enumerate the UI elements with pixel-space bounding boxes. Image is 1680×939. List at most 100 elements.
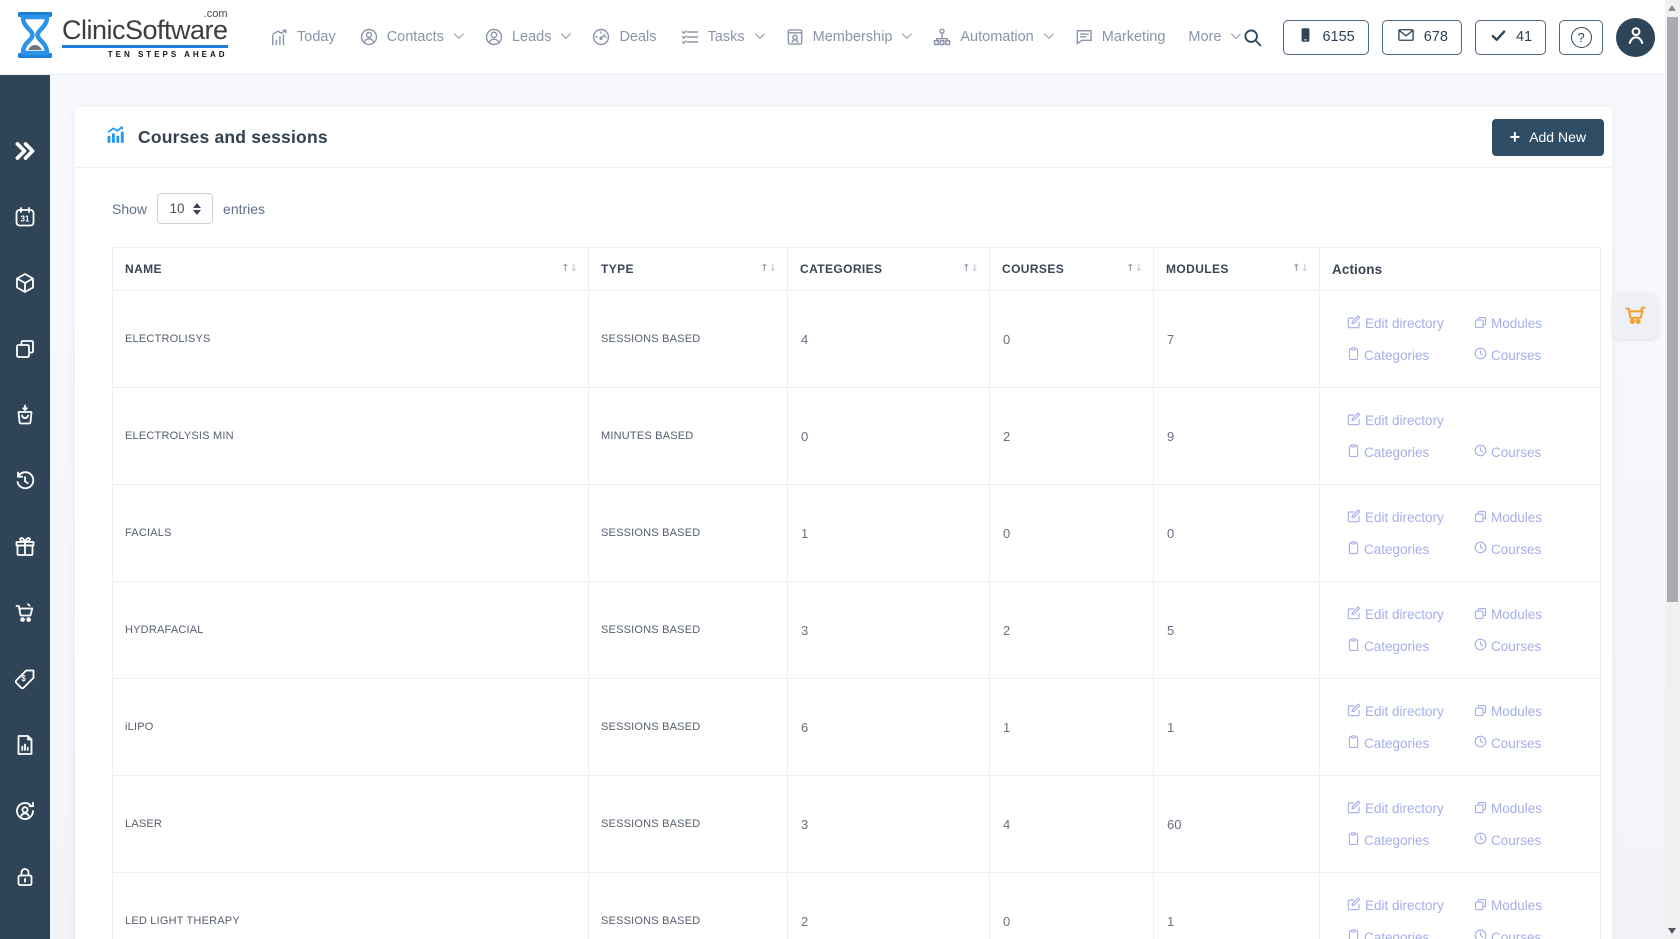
column-header-modules[interactable]: MODULES ↑↓ bbox=[1154, 248, 1320, 291]
action-edit-link[interactable]: Edit directory bbox=[1346, 799, 1473, 818]
nav-item-contacts[interactable]: Contacts bbox=[359, 27, 461, 47]
action-modules-link[interactable]: Modules bbox=[1473, 508, 1600, 527]
action-modules-link[interactable]: Modules bbox=[1473, 605, 1600, 624]
action-link-label: Edit directory bbox=[1365, 704, 1444, 719]
nav-item-more[interactable]: More bbox=[1188, 29, 1238, 45]
modules-icon bbox=[1473, 703, 1488, 721]
action-modules-link[interactable]: Modules bbox=[1473, 896, 1600, 915]
cell-name: ELECTROLISYS bbox=[113, 291, 589, 388]
cell-courses: 0 bbox=[990, 291, 1154, 388]
action-modules-link[interactable]: Modules bbox=[1473, 799, 1600, 818]
action-categories-link[interactable]: Categories bbox=[1346, 928, 1473, 939]
modules-icon bbox=[1473, 509, 1488, 527]
sidebar-item-gift[interactable] bbox=[12, 534, 38, 560]
gift-icon bbox=[13, 535, 37, 559]
nav-item-today[interactable]: Today bbox=[270, 28, 336, 47]
action-categories-link[interactable]: Categories bbox=[1346, 346, 1473, 364]
nav-item-marketing[interactable]: Marketing bbox=[1074, 27, 1166, 47]
phone-counter-badge[interactable]: 6155 bbox=[1283, 20, 1368, 55]
tasks-counter-badge[interactable]: 41 bbox=[1475, 20, 1546, 55]
cell-type: SESSIONS BASED bbox=[589, 485, 788, 582]
cell-categories: 1 bbox=[788, 485, 990, 582]
action-categories-link[interactable]: Categories bbox=[1346, 734, 1473, 752]
cell-courses: 0 bbox=[990, 873, 1154, 939]
action-link-label: Modules bbox=[1491, 801, 1542, 816]
sort-icon: ↑↓ bbox=[760, 264, 777, 274]
help-button[interactable]: ? bbox=[1559, 20, 1603, 55]
action-modules-link[interactable]: Modules bbox=[1473, 702, 1600, 721]
nav-item-label: More bbox=[1188, 29, 1221, 45]
search-icon[interactable] bbox=[1238, 23, 1266, 51]
sort-icon: ↑↓ bbox=[1292, 264, 1309, 274]
sidebar-item-history[interactable] bbox=[12, 468, 38, 494]
action-edit-link[interactable]: Edit directory bbox=[1346, 314, 1473, 333]
page-size-select[interactable]: 10 bbox=[157, 193, 213, 224]
add-new-button[interactable]: + Add New bbox=[1492, 119, 1604, 156]
sidebar-item-bag-download[interactable] bbox=[12, 402, 38, 428]
column-header-categories[interactable]: CATEGORIES ↑↓ bbox=[788, 248, 990, 291]
categories-icon bbox=[1346, 637, 1361, 655]
action-courses-link[interactable]: Courses bbox=[1473, 831, 1600, 849]
column-header-name[interactable]: NAME ↑↓ bbox=[113, 248, 589, 291]
analytics-chart-icon bbox=[105, 125, 126, 150]
action-edit-link[interactable]: Edit directory bbox=[1346, 896, 1473, 915]
action-modules-link[interactable]: Modules bbox=[1473, 314, 1600, 333]
categories-icon bbox=[1346, 831, 1361, 849]
action-edit-link[interactable]: Edit directory bbox=[1346, 411, 1477, 430]
sidebar-item-copy-pages[interactable] bbox=[12, 336, 38, 362]
cell-courses: 1 bbox=[990, 679, 1154, 776]
sidebar-item-shopping-cart[interactable] bbox=[12, 600, 38, 626]
action-link-label: Modules bbox=[1491, 704, 1542, 719]
action-link-label: Modules bbox=[1491, 316, 1542, 331]
column-header-courses[interactable]: COURSES ↑↓ bbox=[990, 248, 1154, 291]
cell-name: iLIPO bbox=[113, 679, 589, 776]
action-link-label: Edit directory bbox=[1365, 413, 1444, 428]
mail-counter-badge[interactable]: 678 bbox=[1382, 20, 1462, 55]
courses-icon bbox=[1473, 540, 1488, 558]
action-courses-link[interactable]: Courses bbox=[1473, 346, 1600, 364]
edit-icon bbox=[1346, 508, 1362, 527]
cell-modules: 1 bbox=[1154, 873, 1320, 939]
sidebar-item-cube[interactable] bbox=[12, 270, 38, 296]
cell-modules: 1 bbox=[1154, 679, 1320, 776]
nav-item-leads[interactable]: Leads bbox=[484, 27, 569, 47]
user-avatar[interactable] bbox=[1616, 18, 1655, 57]
sidebar-item-calendar-31[interactable]: 31 bbox=[12, 204, 38, 230]
floating-cart-button[interactable] bbox=[1612, 293, 1658, 339]
action-categories-link[interactable]: Categories bbox=[1346, 540, 1473, 558]
action-courses-link[interactable]: Courses bbox=[1473, 540, 1600, 558]
action-categories-link[interactable]: Categories bbox=[1346, 443, 1473, 461]
svg-text:$: $ bbox=[21, 674, 26, 683]
action-courses-link[interactable]: Courses bbox=[1473, 637, 1600, 655]
brand-text: ClinicSoftware .com TEN STEPS AHEAD bbox=[62, 16, 228, 59]
scrollbar-thumb[interactable] bbox=[1667, 17, 1678, 602]
sidebar-item-double-chevron-right[interactable] bbox=[12, 138, 38, 164]
action-courses-link[interactable]: Courses bbox=[1473, 928, 1600, 939]
brand-logo[interactable]: ClinicSoftware .com TEN STEPS AHEAD bbox=[14, 10, 256, 65]
today-icon bbox=[270, 28, 289, 47]
action-courses-link[interactable]: Courses bbox=[1473, 734, 1600, 752]
courses-icon bbox=[1473, 928, 1488, 939]
cell-modules: 5 bbox=[1154, 582, 1320, 679]
nav-item-tasks[interactable]: Tasks bbox=[680, 27, 762, 47]
column-header-type[interactable]: TYPE ↑↓ bbox=[589, 248, 788, 291]
sidebar-item-report-document[interactable] bbox=[12, 732, 38, 758]
sidebar-item-lock[interactable] bbox=[12, 864, 38, 890]
action-categories-link[interactable]: Categories bbox=[1346, 831, 1473, 849]
action-courses-link[interactable]: Courses bbox=[1473, 443, 1600, 461]
nav-item-membership[interactable]: Membership bbox=[785, 27, 910, 47]
user-sync-icon bbox=[13, 799, 37, 823]
sidebar-item-price-tag[interactable]: $ bbox=[12, 666, 38, 692]
action-edit-link[interactable]: Edit directory bbox=[1346, 702, 1473, 721]
categories-icon bbox=[1346, 346, 1361, 364]
phone-icon bbox=[1297, 25, 1314, 49]
nav-item-deals[interactable]: Deals bbox=[591, 27, 656, 47]
action-edit-link[interactable]: Edit directory bbox=[1346, 508, 1473, 527]
action-edit-link[interactable]: Edit directory bbox=[1346, 605, 1473, 624]
sidebar-item-user-sync[interactable] bbox=[12, 798, 38, 824]
nav-item-automation[interactable]: Automation bbox=[932, 27, 1050, 47]
action-categories-link[interactable]: Categories bbox=[1346, 637, 1473, 655]
table-row: LED LIGHT THERAPYSESSIONS BASED201Edit d… bbox=[113, 873, 1601, 939]
scroll-down-arrow-icon[interactable] bbox=[1668, 928, 1676, 934]
scroll-up-arrow-icon[interactable] bbox=[1668, 5, 1676, 11]
